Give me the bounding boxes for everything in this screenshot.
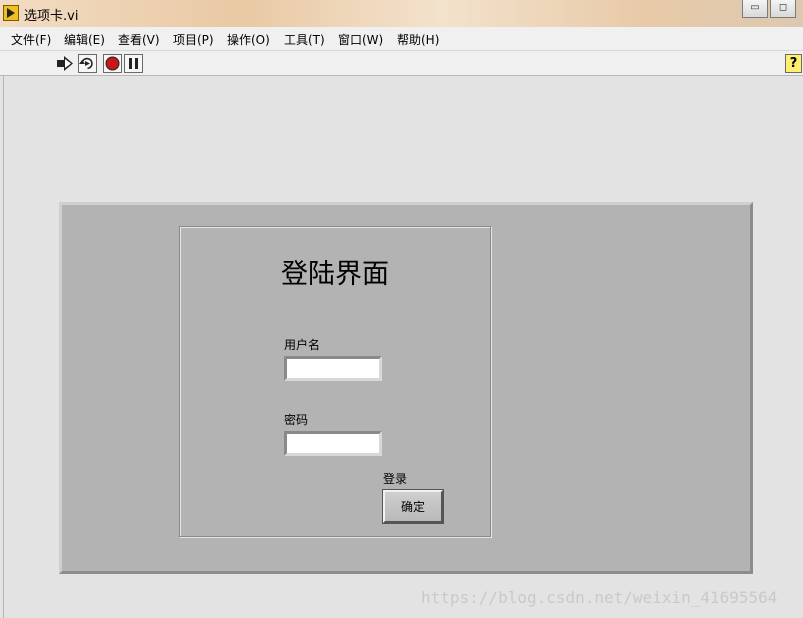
context-help-icon[interactable]: ? (785, 54, 802, 73)
panel-edge (3, 76, 4, 618)
menu-window[interactable]: 窗口(W) (338, 31, 383, 48)
username-input[interactable] (284, 356, 382, 381)
menu-help[interactable]: 帮助(H) (397, 31, 439, 48)
maximize-button[interactable]: ◻ (770, 0, 796, 18)
abort-icon[interactable] (103, 54, 122, 73)
minimize-button[interactable]: ▭ (742, 0, 768, 18)
confirm-button[interactable]: 确定 (382, 489, 444, 524)
menu-edit[interactable]: 编辑(E) (64, 31, 105, 48)
menu-operate[interactable]: 操作(O) (227, 31, 270, 48)
menu-view[interactable]: 查看(V) (118, 31, 160, 48)
window-title: 选项卡.vi (24, 9, 79, 24)
username-label: 用户名 (284, 338, 321, 352)
menu-file[interactable]: 文件(F) (11, 31, 51, 48)
labview-vi-icon (3, 5, 19, 21)
run-icon[interactable] (56, 54, 75, 73)
password-label: 密码 (284, 413, 309, 427)
title-bar: 选项卡.vi ▭ ◻ (0, 0, 803, 27)
password-input[interactable] (284, 431, 382, 456)
menu-project[interactable]: 项目(P) (173, 31, 214, 48)
run-continuously-icon[interactable] (78, 54, 97, 73)
watermark: https://blog.csdn.net/weixin_41695564 (421, 588, 778, 607)
login-title: 登陆界面 (281, 259, 389, 290)
login-button-label: 登录 (383, 472, 408, 486)
pause-icon[interactable] (124, 54, 143, 73)
menu-tools[interactable]: 工具(T) (284, 31, 325, 48)
toolbar: ? (0, 51, 803, 76)
menu-bar: 文件(F) 编辑(E) 查看(V) 项目(P) 操作(O) 工具(T) 窗口(W… (0, 27, 803, 51)
